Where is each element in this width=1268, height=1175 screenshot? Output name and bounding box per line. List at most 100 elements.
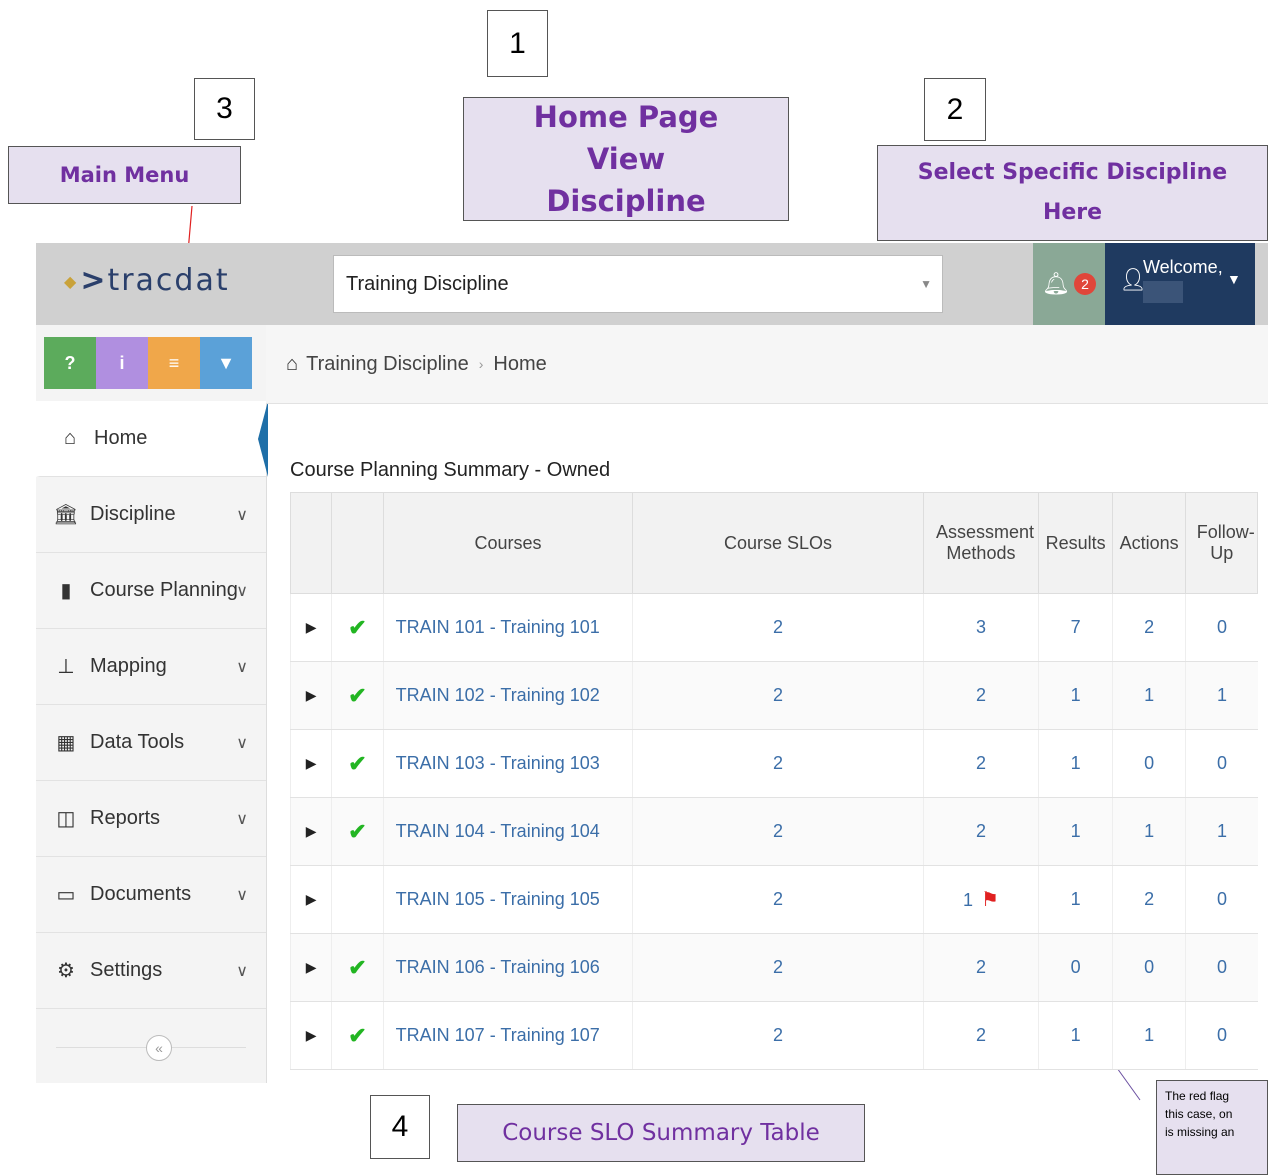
- expand-column-header: [289, 492, 333, 594]
- bank-icon: 🏛︎: [53, 504, 79, 526]
- chevron-down-icon: ∨: [236, 886, 248, 904]
- sidebar-item-home[interactable]: ⌂ Home: [36, 401, 266, 477]
- assessment-methods-count[interactable]: 2: [922, 729, 1039, 798]
- folder-icon: ▭: [56, 884, 76, 906]
- status-check-icon: ✔: [331, 933, 384, 1002]
- course-link[interactable]: TRAIN 102 - Training 102: [382, 661, 633, 730]
- top-bar: ◆>tracdat Training Discipline ▼ 🔔︎ 2 👤︎ …: [36, 243, 1268, 325]
- assessment-methods-count[interactable]: 3: [922, 593, 1039, 662]
- course-slos-count[interactable]: 2: [632, 797, 924, 866]
- red-flag-note: The red flag this case, on is missing an: [1156, 1080, 1268, 1175]
- actions-count[interactable]: 0: [1111, 933, 1186, 1002]
- actions-count[interactable]: 1: [1111, 1001, 1186, 1070]
- assessment-methods-count[interactable]: 2: [922, 661, 1039, 730]
- table-row: ▶ ✔ TRAIN 106 - Training 106 2 2 0 0 0: [289, 933, 1258, 1002]
- sidebar-item-settings[interactable]: ⚙ Settings ∨: [36, 933, 266, 1009]
- filter-button[interactable]: ▼: [200, 337, 252, 389]
- expand-row-icon[interactable]: ▶: [289, 797, 332, 866]
- quick-buttons: ? i ≡ ▼: [44, 337, 252, 389]
- course-slos-count[interactable]: 2: [632, 933, 924, 1002]
- actions-count[interactable]: 2: [1111, 865, 1186, 934]
- actions-count[interactable]: 1: [1111, 661, 1186, 730]
- table-row: ▶ ✔ TRAIN 102 - Training 102 2 2 1 1 1: [289, 661, 1258, 730]
- results-column-header[interactable]: Results: [1038, 492, 1113, 594]
- sidebar-item-discipline[interactable]: 🏛︎ Discipline ∨: [36, 477, 266, 553]
- user-menu-button[interactable]: 👤︎ Welcome, ▼: [1105, 243, 1255, 325]
- results-count[interactable]: 7: [1038, 593, 1113, 662]
- assessment-methods-count[interactable]: 2: [922, 933, 1039, 1002]
- help-button[interactable]: ?: [44, 337, 96, 389]
- actions-count[interactable]: 2: [1111, 593, 1186, 662]
- home-icon[interactable]: ⌂: [286, 353, 298, 376]
- info-button[interactable]: i: [96, 337, 148, 389]
- status-check-icon: [331, 865, 384, 934]
- followup-count[interactable]: 1: [1185, 797, 1258, 866]
- collapse-sidebar-button[interactable]: «: [146, 1035, 172, 1061]
- results-count[interactable]: 1: [1038, 661, 1113, 730]
- welcome-text: Welcome,: [1143, 257, 1223, 277]
- sidebar-item-mapping[interactable]: ⊥ Mapping ∨: [36, 629, 266, 705]
- notification-count-badge: 2: [1073, 273, 1096, 295]
- course-slos-count[interactable]: 2: [632, 729, 924, 798]
- course-summary-table: Courses Course SLOs Assessment Methods R…: [289, 492, 1258, 1070]
- sidebar-item-data-tools[interactable]: ▦ Data Tools ∨: [36, 705, 266, 781]
- course-slos-count[interactable]: 2: [632, 1001, 924, 1070]
- chevron-down-icon: ∨: [236, 734, 248, 752]
- sidebar-item-documents[interactable]: ▭ Documents ∨: [36, 857, 266, 933]
- columns-icon: ◫: [56, 808, 76, 830]
- followup-count[interactable]: 0: [1185, 865, 1258, 934]
- breadcrumb: ⌂ Training Discipline › Home: [266, 325, 1268, 404]
- course-link[interactable]: TRAIN 107 - Training 107: [382, 1001, 633, 1070]
- followup-count[interactable]: 0: [1185, 933, 1258, 1002]
- followup-count[interactable]: 0: [1185, 729, 1258, 798]
- username-redacted: [1143, 281, 1183, 303]
- results-count[interactable]: 1: [1038, 1001, 1113, 1070]
- results-count[interactable]: 1: [1038, 865, 1113, 934]
- discipline-select[interactable]: Training Discipline ▼: [333, 255, 943, 313]
- info-icon: i: [119, 352, 125, 373]
- assessment-methods-count[interactable]: 2: [922, 1001, 1039, 1070]
- course-slos-count[interactable]: 2: [632, 593, 924, 662]
- assessment-methods-column-header[interactable]: Assessment Methods: [922, 492, 1040, 594]
- actions-count[interactable]: 0: [1111, 729, 1186, 798]
- notes-button[interactable]: ≡: [148, 337, 200, 389]
- expand-row-icon[interactable]: ▶: [289, 729, 332, 798]
- course-slos-count[interactable]: 2: [632, 865, 924, 934]
- actions-column-header[interactable]: Actions: [1111, 492, 1187, 594]
- expand-row-icon[interactable]: ▶: [289, 1001, 332, 1070]
- sitemap-icon: ⊥: [57, 656, 75, 678]
- tracdat-app: ◆>tracdat Training Discipline ▼ 🔔︎ 2 👤︎ …: [36, 243, 1268, 1083]
- assessment-methods-count[interactable]: 1 ⚑: [922, 865, 1039, 934]
- course-link[interactable]: TRAIN 101 - Training 101: [382, 593, 633, 662]
- table-row: ▶ ✔ TRAIN 107 - Training 107 2 2 1 1 0: [289, 1001, 1258, 1070]
- followup-column-header[interactable]: Follow-Up: [1185, 492, 1258, 594]
- followup-count[interactable]: 0: [1185, 1001, 1258, 1070]
- expand-row-icon[interactable]: ▶: [289, 661, 332, 730]
- course-link[interactable]: TRAIN 103 - Training 103: [382, 729, 633, 798]
- breadcrumb-discipline[interactable]: Training Discipline: [306, 353, 469, 376]
- help-icon: ?: [64, 352, 76, 373]
- expand-row-icon[interactable]: ▶: [289, 933, 332, 1002]
- sidebar-item-course-planning[interactable]: ▮ Course Planning ∨: [36, 553, 266, 629]
- course-link[interactable]: TRAIN 106 - Training 106: [382, 933, 633, 1002]
- results-count[interactable]: 1: [1038, 797, 1113, 866]
- followup-count[interactable]: 0: [1185, 593, 1258, 662]
- tracdat-logo[interactable]: ◆>tracdat: [64, 263, 230, 298]
- course-link[interactable]: TRAIN 104 - Training 104: [382, 797, 633, 866]
- assessment-methods-count[interactable]: 2: [922, 797, 1039, 866]
- results-count[interactable]: 0: [1038, 933, 1113, 1002]
- courses-column-header[interactable]: Courses: [382, 492, 634, 594]
- sidebar-item-reports[interactable]: ◫ Reports ∨: [36, 781, 266, 857]
- notifications-button[interactable]: 🔔︎ 2: [1033, 243, 1105, 325]
- chevron-down-icon: ▼: [920, 277, 932, 291]
- course-slos-count[interactable]: 2: [632, 661, 924, 730]
- actions-count[interactable]: 1: [1111, 797, 1186, 866]
- status-check-icon: ✔: [331, 661, 384, 730]
- followup-count[interactable]: 1: [1185, 661, 1258, 730]
- course-link[interactable]: TRAIN 105 - Training 105: [382, 865, 633, 934]
- expand-row-icon[interactable]: ▶: [289, 593, 332, 662]
- expand-row-icon[interactable]: ▶: [289, 865, 332, 934]
- course-slos-column-header[interactable]: Course SLOs: [632, 492, 924, 594]
- sidebar-item-label: Discipline: [90, 503, 176, 525]
- results-count[interactable]: 1: [1038, 729, 1113, 798]
